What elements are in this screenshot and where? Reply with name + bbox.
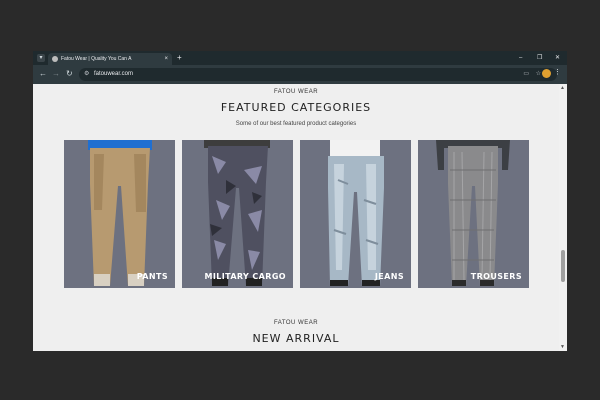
category-label: MILITARY CARGO — [204, 272, 286, 281]
minimize-button[interactable]: – — [519, 53, 522, 63]
profile-avatar[interactable] — [542, 69, 551, 78]
favicon-icon — [52, 56, 58, 62]
site-info-icon[interactable]: ⚙ — [84, 70, 89, 79]
close-window-button[interactable]: ✕ — [555, 53, 560, 63]
tab-title: Fatou Wear | Quality You Can A — [61, 56, 132, 62]
category-card-pants[interactable]: PANTS — [64, 140, 175, 288]
tab-fatou-wear[interactable]: Fatou Wear | Quality You Can A × — [48, 53, 172, 65]
back-button[interactable]: ← — [39, 69, 47, 79]
scroll-up-icon[interactable]: ▲ — [560, 85, 565, 91]
scroll-down-icon[interactable]: ▼ — [560, 344, 565, 350]
category-card-jeans[interactable]: JEANS — [300, 140, 411, 288]
cast-icon[interactable]: ▭ — [523, 70, 529, 79]
forward-button[interactable]: → — [52, 69, 60, 79]
reload-button[interactable]: ↻ — [66, 69, 73, 79]
featured-subtitle: Some of our best featured product catego… — [235, 121, 357, 127]
category-label: TROUSERS — [470, 272, 522, 281]
browser-toolbar: ← → ↻ ⚙ fatouwear.com ▭ ☆ ⋮ — [33, 65, 567, 84]
tab-search-icon[interactable]: ▾ — [37, 54, 45, 62]
pants-image — [88, 140, 152, 286]
page-viewport: FATOU WEAR FEATURED CATEGORIES Some of o… — [33, 84, 559, 351]
url-text[interactable]: fatouwear.com — [94, 70, 133, 79]
category-label: JEANS — [374, 272, 404, 281]
arrival-title: NEW ARRIVAL — [252, 332, 340, 345]
new-tab-button[interactable]: + — [177, 53, 182, 63]
trousers-image — [436, 140, 510, 286]
arrival-eyebrow: FATOU WEAR — [273, 320, 319, 326]
browser-window: ▾ Fatou Wear | Quality You Can A × + – ❐… — [33, 51, 567, 351]
featured-eyebrow: FATOU WEAR — [273, 89, 319, 95]
category-card-trousers[interactable]: TROUSERS — [418, 140, 529, 288]
restore-button[interactable]: ❐ — [537, 53, 542, 63]
featured-title: FEATURED CATEGORIES — [220, 101, 372, 114]
page-scrollbar[interactable]: ▲ ▼ — [559, 84, 567, 351]
browser-menu-icon[interactable]: ⋮ — [554, 68, 561, 78]
scrollbar-thumb[interactable] — [561, 250, 565, 282]
tab-strip: ▾ Fatou Wear | Quality You Can A × + – ❐… — [33, 51, 567, 65]
tab-close-icon[interactable]: × — [164, 55, 168, 63]
address-bar[interactable]: ⚙ fatouwear.com ▭ ☆ — [79, 68, 557, 81]
category-label: PANTS — [136, 272, 168, 281]
category-card-military-cargo[interactable]: MILITARY CARGO — [182, 140, 293, 288]
jeans-image — [328, 140, 384, 286]
bookmark-star-icon[interactable]: ☆ — [536, 70, 541, 79]
military-cargo-image — [204, 140, 270, 286]
